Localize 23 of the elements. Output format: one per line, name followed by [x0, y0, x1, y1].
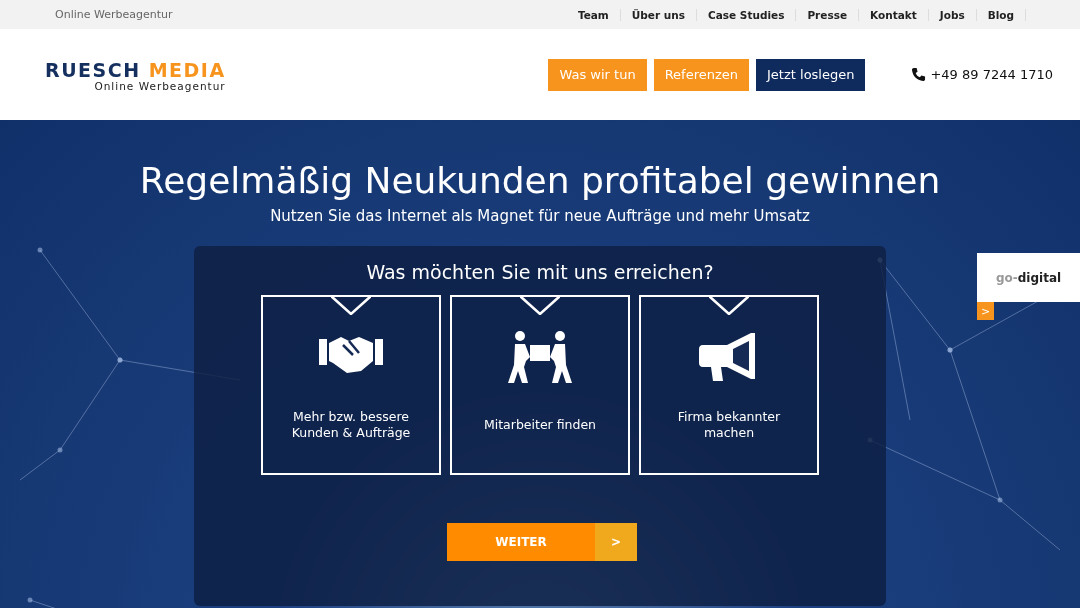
nav-link[interactable]: Kontakt	[859, 8, 929, 21]
nav-link[interactable]: Presse	[796, 8, 859, 21]
option-tile[interactable]: Mitarbeiter finden	[450, 295, 630, 475]
nav-link[interactable]: Case Studies	[697, 8, 797, 21]
phone-number[interactable]: +49 89 7244 1710	[930, 67, 1053, 82]
go-digital-badge[interactable]: go-digital	[977, 253, 1080, 302]
notch-icon	[709, 295, 749, 315]
hero-title: Regelmäßig Neukunden profitabel gewinnen	[139, 160, 941, 201]
tagline: Online Werbeagentur	[55, 8, 173, 21]
notch-icon	[331, 295, 371, 315]
logo[interactable]: RUESCH MEDIA Online Werbeagentur	[45, 61, 226, 92]
option-tile[interactable]: Mehr bzw. bessere Kunden & Aufträge	[261, 295, 441, 475]
nav-link[interactable]: Jobs	[928, 8, 977, 21]
nav-link[interactable]: Blog	[976, 8, 1026, 21]
phone-icon	[911, 67, 927, 82]
nav-link[interactable]: Team	[566, 8, 621, 21]
option-tile[interactable]: Firma bekannter machen	[639, 295, 819, 475]
notch-icon	[520, 295, 560, 315]
nav-button[interactable]: Jetzt loslegen	[756, 58, 866, 91]
nav-link[interactable]: Über uns	[620, 8, 697, 21]
question-title: Was möchten Sie mit uns erreichen?	[366, 261, 714, 283]
hero-subtitle: Nutzen Sie das Internet als Magnet für neue Aufträge und mehr Umsatz	[270, 207, 810, 225]
people-carrying-box-icon	[508, 331, 572, 383]
